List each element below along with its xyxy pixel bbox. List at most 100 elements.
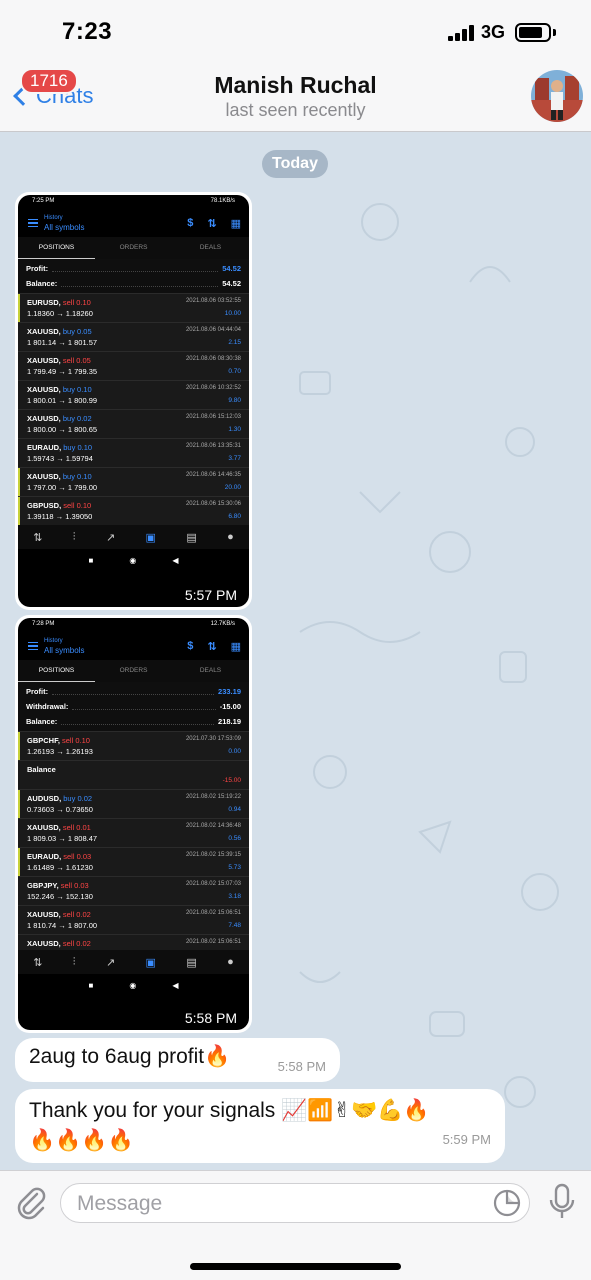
text-message[interactable]: Thank you for your signals 📈📶✌🤝💪🔥 🔥🔥🔥🔥 5…: [15, 1089, 505, 1163]
text-message[interactable]: 2aug to 6aug profit🔥 5:58 PM: [15, 1038, 340, 1082]
trade-time: 2021.08.02 14:36:48: [185, 823, 241, 829]
summary-label: Profit:: [26, 264, 49, 273]
summary-row: Profit: 233.19: [26, 684, 241, 699]
trade-prices: 0.73603 → 0.73650: [27, 805, 93, 814]
history-icon: ▣: [145, 956, 156, 969]
summary-row: Balance: 218.19: [26, 714, 241, 729]
tab-positions: POSITIONS: [18, 237, 95, 259]
sort-icon: ⇅: [207, 640, 217, 653]
trade-prices: 1.18360 → 1.18260: [27, 309, 93, 318]
trade-prices: 1 800.00 → 1 800.65: [27, 425, 98, 434]
trade-profit: 0.00: [228, 748, 241, 755]
summary-label: Profit:: [26, 687, 49, 696]
trading-screenshot: 7:28 PM 12.7KB/s History All symbols $ ⇅…: [18, 618, 249, 1030]
chat-messages[interactable]: Today 7:25 PM 78.1KB/s History All symbo…: [0, 132, 591, 1170]
trade-time: 2021.08.06 14:46:35: [185, 472, 241, 478]
trade-side: sell 0.01: [62, 823, 91, 832]
trade-symbol: XAUUSD,: [27, 939, 61, 948]
trade-profit: 5.73: [228, 864, 241, 871]
summary-block: Profit: 54.52 Balance: 54.52: [18, 259, 249, 293]
photo-message[interactable]: 7:28 PM 12.7KB/s History All symbols $ ⇅…: [15, 615, 252, 1033]
trade-symbol: AUDUSD,: [27, 794, 62, 803]
paperclip-icon[interactable]: [13, 1185, 49, 1221]
trade-side: buy 0.10: [62, 385, 92, 394]
trade-profit: 0.70: [228, 368, 241, 375]
symbols-label: All symbols: [44, 646, 85, 655]
summary-row: Profit: 54.52: [26, 261, 241, 276]
trade-symbol: EURAUD,: [27, 852, 62, 861]
photo-message[interactable]: 7:25 PM 78.1KB/s History All symbols $ ⇅…: [15, 192, 252, 610]
menu-icon: [28, 219, 38, 227]
trade-row: GBPUSD, sell 0.10 1.39118 → 1.39050 2021.0…: [18, 496, 249, 525]
avatar[interactable]: [531, 70, 583, 122]
screenshot-bottom-nav: ⇅ ⫶ ↗ ▣ ▤ ●: [18, 950, 249, 974]
sticker-icon[interactable]: [493, 1189, 521, 1217]
trade-time: 2021.08.02 15:39:15: [185, 852, 241, 858]
trade-side: buy 0.05: [62, 327, 92, 336]
message-time: 5:59 PM: [442, 1132, 491, 1147]
screenshot-toolbar: History All symbols $ ⇅ ▦: [18, 632, 249, 660]
message-text: Thank you for your signals 📈📶✌🤝💪🔥: [29, 1099, 430, 1122]
trade-row: EURAUD, buy 0.10 1.59743 → 1.59794 2021.08…: [18, 438, 249, 467]
trade-symbol: XAUUSD,: [27, 356, 61, 365]
message-time: 5:58 PM: [277, 1059, 326, 1074]
message-time: 5:57 PM: [179, 586, 242, 604]
screenshot-status-time: 7:25 PM: [32, 198, 55, 204]
quotes-icon: ⇅: [33, 956, 43, 969]
message-input[interactable]: Message: [60, 1183, 530, 1223]
calendar-icon: ▦: [230, 640, 241, 653]
summary-value: 54.52: [222, 264, 241, 273]
message-text: 2aug to 6aug profit🔥: [29, 1045, 231, 1068]
chart-icon: ⫶: [72, 955, 76, 968]
menu-icon: [28, 642, 38, 650]
trade-profit: 9.80: [228, 397, 241, 404]
currency-icon: $: [187, 216, 194, 229]
network-type: 3G: [481, 22, 506, 42]
microphone-icon[interactable]: [547, 1183, 577, 1221]
back-icon: ◀: [172, 555, 179, 565]
trade-row: GBPCHF, sell 0.10 1.26193 → 1.26193 2021.0…: [18, 731, 249, 760]
trade-row: XAUUSD, buy 0.10 1 797.00 → 1 799.00 2021.…: [18, 467, 249, 496]
screenshot-status-net: 78.1KB/s: [210, 198, 235, 204]
history-label: History: [44, 638, 63, 644]
summary-label: Balance:: [26, 279, 58, 288]
chat-title[interactable]: Manish Ruchal: [0, 72, 591, 99]
trade-row: XAUUSD, sell 0.02 1 810.74 → 1 807.00 2021…: [18, 905, 249, 934]
trade-time: 2021.08.06 13:35:31: [185, 443, 241, 449]
trade-prices: 1 797.00 → 1 799.00: [27, 483, 98, 492]
trade-symbol: XAUUSD,: [27, 910, 61, 919]
trade-symbol: XAUUSD,: [27, 327, 61, 336]
trade-time: 2021.08.02 15:19:22: [185, 794, 241, 800]
battery-icon: [515, 23, 551, 42]
history-icon: ▣: [145, 531, 156, 544]
symbols-label: All symbols: [44, 223, 85, 232]
trade-prices: 1 799.49 → 1 799.35: [27, 367, 98, 376]
trade-symbol: GBPCHF,: [27, 736, 60, 745]
tab-deals: DEALS: [199, 244, 222, 251]
trade-prices: 1 801.14 → 1 801.57: [27, 338, 98, 347]
home-indicator: [190, 1263, 401, 1270]
status-bar: 7:23 3G: [0, 0, 591, 64]
trade-prices: 1.59743 → 1.59794: [27, 454, 93, 463]
screenshot-status-bar: 7:25 PM 78.1KB/s: [18, 195, 249, 209]
stop-icon: ■: [88, 555, 94, 565]
trade-profit: 10.00: [224, 310, 241, 317]
cellular-signal-icon: [448, 25, 474, 41]
trade-symbol: XAUUSD,: [27, 385, 61, 394]
history-title: History All symbols: [44, 214, 84, 232]
summary-value: 218.19: [218, 717, 241, 726]
summary-row: Withdrawal: -15.00: [26, 699, 241, 714]
trade-time: 2021.08.06 15:30:06: [185, 501, 241, 507]
screenshot-status-bar: 7:28 PM 12.7KB/s: [18, 618, 249, 632]
screenshot-system-nav: ■ ◉ ◀: [18, 974, 249, 996]
trade-symbol: XAUUSD,: [27, 472, 61, 481]
trade-time: 2021.08.02 15:06:51: [185, 910, 241, 916]
trade-time: 2021.08.06 04:44:04: [185, 327, 241, 333]
trade-profit: 6.80: [228, 513, 241, 520]
message-time: 5:58 PM: [179, 1009, 242, 1027]
trade-icon: ↗: [105, 531, 116, 544]
trade-row: AUDUSD, buy 0.02 0.73603 → 0.73650 2021.08…: [18, 789, 249, 818]
screenshot-system-nav: ■ ◉ ◀: [18, 549, 249, 571]
trade-row: XAUUSD, buy 0.05 1 801.14 → 1 801.57 2021.…: [18, 322, 249, 351]
news-icon: ▤: [186, 531, 197, 544]
